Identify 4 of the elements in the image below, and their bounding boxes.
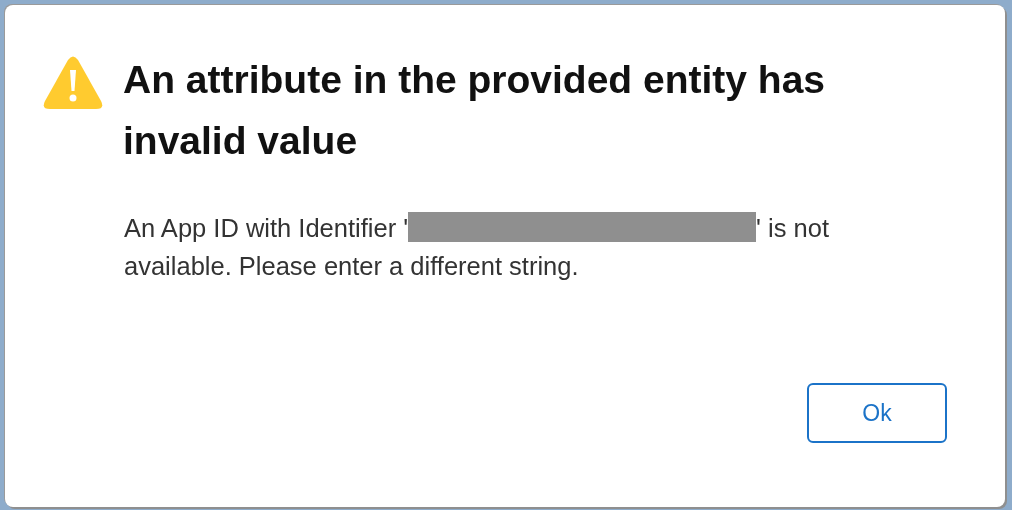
ok-button[interactable]: Ok — [807, 383, 947, 443]
dialog-title: An attribute in the provided entity has invalid value — [123, 57, 827, 164]
dialog-message: An App ID with Identifier ' ' is not available. Please enter a different string. — [124, 211, 830, 282]
warning-icon — [43, 55, 103, 111]
